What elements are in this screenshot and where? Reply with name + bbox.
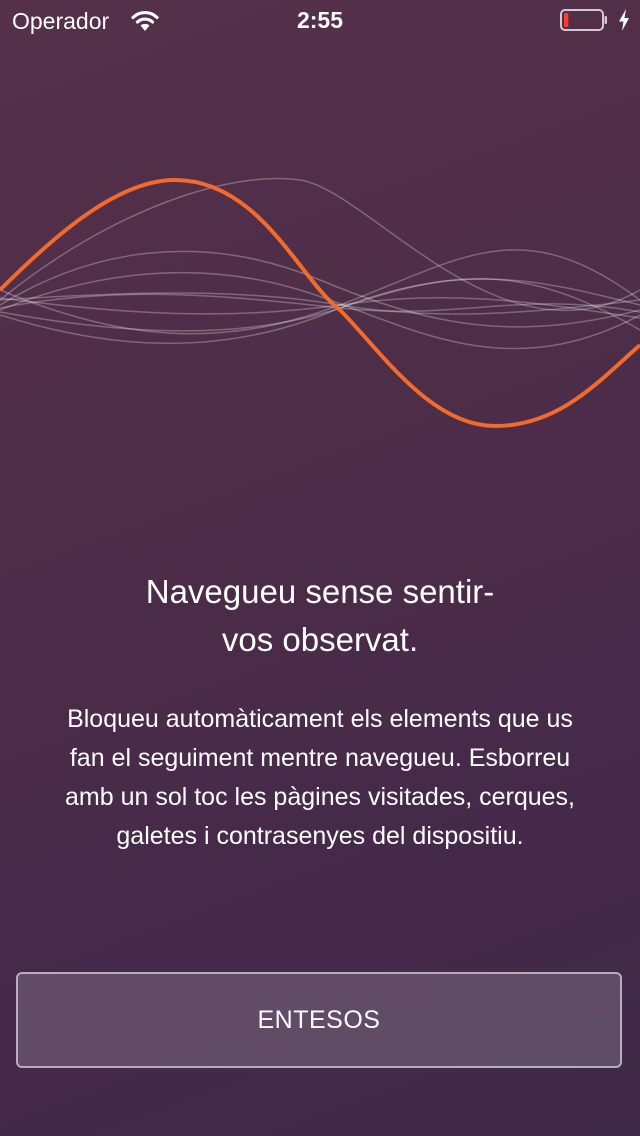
description-line: Bloqueu automàticament els elements que … (67, 705, 573, 733)
charging-bolt-icon (619, 9, 629, 31)
onboarding-headline: Navegueu sense sentir- vos observat. (40, 568, 600, 664)
onboarding-description: Bloqueu automàticament els elements que … (16, 700, 624, 856)
clock-time: 2:55 (296, 7, 344, 33)
description-line: amb un sol toc les pàgines visitades, ce… (65, 783, 575, 811)
headline-line: Navegueu sense sentir- (145, 573, 495, 610)
status-bar: Operador 2:55 (0, 0, 640, 40)
got-it-button[interactable]: ENTESOS (16, 972, 622, 1068)
description-line: fan el seguiment mentre navegueu. Esborr… (69, 744, 571, 772)
waveform-illustration (0, 177, 640, 429)
got-it-button-label: ENTESOS (257, 1005, 381, 1034)
headline-line: vos observat. (221, 621, 419, 658)
battery-icon (560, 9, 607, 31)
description-line: galetes i contrasenyes del dispositiu. (116, 822, 524, 850)
